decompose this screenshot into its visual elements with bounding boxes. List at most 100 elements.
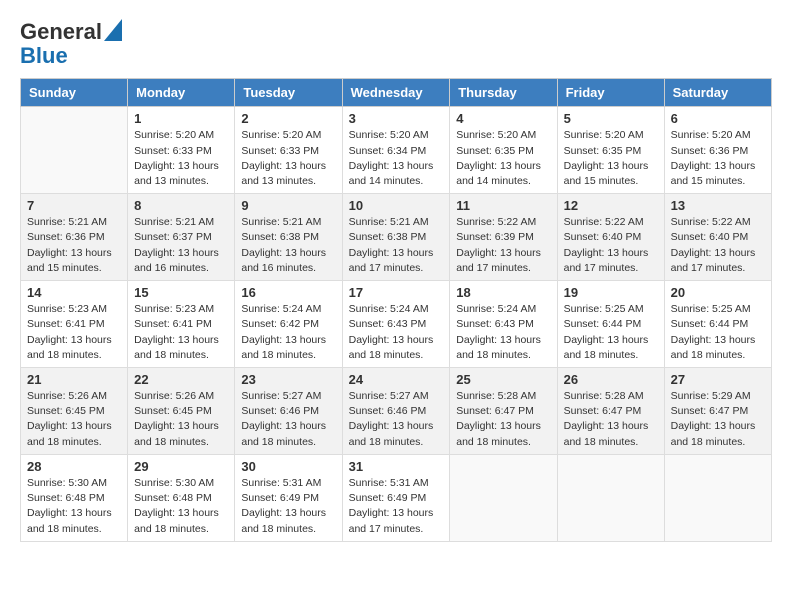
day-number: 8 (134, 198, 228, 213)
day-info: Sunrise: 5:30 AMSunset: 6:48 PMDaylight:… (27, 476, 121, 537)
day-number: 5 (564, 111, 658, 126)
day-cell: 5 Sunrise: 5:20 AMSunset: 6:35 PMDaylight… (557, 107, 664, 194)
day-number: 16 (241, 285, 335, 300)
week-row-5: 28 Sunrise: 5:30 AMSunset: 6:48 PMDayligh… (21, 454, 772, 541)
day-info: Sunrise: 5:25 AMSunset: 6:44 PMDaylight:… (564, 302, 658, 363)
day-info: Sunrise: 5:23 AMSunset: 6:41 PMDaylight:… (27, 302, 121, 363)
day-number: 18 (456, 285, 550, 300)
day-info: Sunrise: 5:20 AMSunset: 6:35 PMDaylight:… (564, 128, 658, 189)
day-number: 13 (671, 198, 765, 213)
day-cell: 4 Sunrise: 5:20 AMSunset: 6:35 PMDaylight… (450, 107, 557, 194)
weekday-header-friday: Friday (557, 79, 664, 107)
day-number: 24 (349, 372, 444, 387)
day-cell: 27 Sunrise: 5:29 AMSunset: 6:47 PMDayligh… (664, 368, 771, 455)
weekday-header-tuesday: Tuesday (235, 79, 342, 107)
day-cell: 6 Sunrise: 5:20 AMSunset: 6:36 PMDaylight… (664, 107, 771, 194)
day-cell (664, 454, 771, 541)
day-number: 25 (456, 372, 550, 387)
day-info: Sunrise: 5:26 AMSunset: 6:45 PMDaylight:… (134, 389, 228, 450)
day-cell: 25 Sunrise: 5:28 AMSunset: 6:47 PMDayligh… (450, 368, 557, 455)
day-info: Sunrise: 5:31 AMSunset: 6:49 PMDaylight:… (349, 476, 444, 537)
day-number: 31 (349, 459, 444, 474)
day-number: 4 (456, 111, 550, 126)
weekday-header-sunday: Sunday (21, 79, 128, 107)
day-info: Sunrise: 5:20 AMSunset: 6:35 PMDaylight:… (456, 128, 550, 189)
day-number: 7 (27, 198, 121, 213)
day-info: Sunrise: 5:25 AMSunset: 6:44 PMDaylight:… (671, 302, 765, 363)
day-cell: 13 Sunrise: 5:22 AMSunset: 6:40 PMDayligh… (664, 194, 771, 281)
day-cell: 18Sunrise: 5:24 AMSunset: 6:43 PMDayligh… (450, 281, 557, 368)
day-cell: 11 Sunrise: 5:22 AMSunset: 6:39 PMDayligh… (450, 194, 557, 281)
day-info: Sunrise: 5:27 AMSunset: 6:46 PMDaylight:… (349, 389, 444, 450)
day-number: 10 (349, 198, 444, 213)
day-info: Sunrise: 5:29 AMSunset: 6:47 PMDaylight:… (671, 389, 765, 450)
day-cell: 19Sunrise: 5:25 AMSunset: 6:44 PMDayligh… (557, 281, 664, 368)
day-number: 12 (564, 198, 658, 213)
logo-icon (104, 19, 122, 41)
weekday-header-row: SundayMondayTuesdayWednesdayThursdayFrid… (21, 79, 772, 107)
day-number: 11 (456, 198, 550, 213)
day-number: 2 (241, 111, 335, 126)
day-info: Sunrise: 5:24 AMSunset: 6:43 PMDaylight:… (349, 302, 444, 363)
logo-blue: Blue (20, 43, 68, 68)
day-cell: 24 Sunrise: 5:27 AMSunset: 6:46 PMDayligh… (342, 368, 450, 455)
day-info: Sunrise: 5:27 AMSunset: 6:46 PMDaylight:… (241, 389, 335, 450)
day-cell (450, 454, 557, 541)
day-cell (557, 454, 664, 541)
week-row-4: 21 Sunrise: 5:26 AMSunset: 6:45 PMDayligh… (21, 368, 772, 455)
day-number: 15 (134, 285, 228, 300)
day-cell: 17 Sunrise: 5:24 AMSunset: 6:43 PMDayligh… (342, 281, 450, 368)
day-number: 3 (349, 111, 444, 126)
day-number: 27 (671, 372, 765, 387)
day-cell: 20 Sunrise: 5:25 AMSunset: 6:44 PMDayligh… (664, 281, 771, 368)
day-number: 26 (564, 372, 658, 387)
day-number: 6 (671, 111, 765, 126)
day-number: 9 (241, 198, 335, 213)
day-info: Sunrise: 5:22 AMSunset: 6:40 PMDaylight:… (671, 215, 765, 276)
day-cell: 26Sunrise: 5:28 AMSunset: 6:47 PMDayligh… (557, 368, 664, 455)
day-cell: 21Sunrise: 5:26 AMSunset: 6:45 PMDayligh… (21, 368, 128, 455)
day-number: 17 (349, 285, 444, 300)
day-info: Sunrise: 5:22 AMSunset: 6:40 PMDaylight:… (564, 215, 658, 276)
day-number: 28 (27, 459, 121, 474)
day-info: Sunrise: 5:20 AMSunset: 6:33 PMDaylight:… (241, 128, 335, 189)
weekday-header-monday: Monday (128, 79, 235, 107)
page-header: General Blue (20, 20, 772, 68)
day-cell: 16 Sunrise: 5:24 AMSunset: 6:42 PMDayligh… (235, 281, 342, 368)
day-info: Sunrise: 5:21 AMSunset: 6:38 PMDaylight:… (241, 215, 335, 276)
day-info: Sunrise: 5:20 AMSunset: 6:34 PMDaylight:… (349, 128, 444, 189)
logo: General Blue (20, 20, 122, 68)
day-info: Sunrise: 5:21 AMSunset: 6:37 PMDaylight:… (134, 215, 228, 276)
day-cell: 23 Sunrise: 5:27 AMSunset: 6:46 PMDayligh… (235, 368, 342, 455)
week-row-2: 7Sunrise: 5:21 AMSunset: 6:36 PMDaylight… (21, 194, 772, 281)
week-row-3: 14 Sunrise: 5:23 AMSunset: 6:41 PMDayligh… (21, 281, 772, 368)
day-cell: 30 Sunrise: 5:31 AMSunset: 6:49 PMDayligh… (235, 454, 342, 541)
day-info: Sunrise: 5:28 AMSunset: 6:47 PMDaylight:… (456, 389, 550, 450)
day-info: Sunrise: 5:20 AMSunset: 6:36 PMDaylight:… (671, 128, 765, 189)
day-number: 23 (241, 372, 335, 387)
day-cell: 7Sunrise: 5:21 AMSunset: 6:36 PMDaylight… (21, 194, 128, 281)
weekday-header-wednesday: Wednesday (342, 79, 450, 107)
day-number: 1 (134, 111, 228, 126)
day-number: 21 (27, 372, 121, 387)
day-number: 30 (241, 459, 335, 474)
day-info: Sunrise: 5:24 AMSunset: 6:42 PMDaylight:… (241, 302, 335, 363)
day-cell: 29 Sunrise: 5:30 AMSunset: 6:48 PMDayligh… (128, 454, 235, 541)
day-cell: 9 Sunrise: 5:21 AMSunset: 6:38 PMDaylight… (235, 194, 342, 281)
day-number: 22 (134, 372, 228, 387)
day-number: 20 (671, 285, 765, 300)
day-cell: 10Sunrise: 5:21 AMSunset: 6:38 PMDayligh… (342, 194, 450, 281)
weekday-header-thursday: Thursday (450, 79, 557, 107)
logo-general: General (20, 20, 102, 44)
day-cell: 3 Sunrise: 5:20 AMSunset: 6:34 PMDaylight… (342, 107, 450, 194)
calendar-table: SundayMondayTuesdayWednesdayThursdayFrid… (20, 78, 772, 541)
day-info: Sunrise: 5:22 AMSunset: 6:39 PMDaylight:… (456, 215, 550, 276)
day-cell: 2 Sunrise: 5:20 AMSunset: 6:33 PMDaylight… (235, 107, 342, 194)
day-info: Sunrise: 5:31 AMSunset: 6:49 PMDaylight:… (241, 476, 335, 537)
week-row-1: 1 Sunrise: 5:20 AMSunset: 6:33 PMDaylight… (21, 107, 772, 194)
day-cell: 22 Sunrise: 5:26 AMSunset: 6:45 PMDayligh… (128, 368, 235, 455)
day-cell (21, 107, 128, 194)
day-number: 29 (134, 459, 228, 474)
day-info: Sunrise: 5:30 AMSunset: 6:48 PMDaylight:… (134, 476, 228, 537)
day-number: 14 (27, 285, 121, 300)
